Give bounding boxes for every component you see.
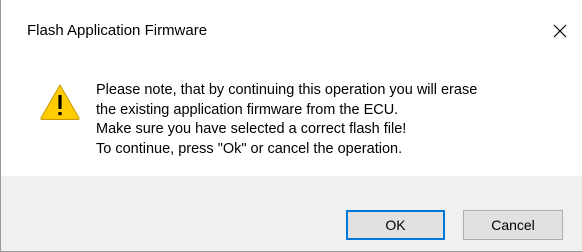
message-line: To continue, press "Ok" or cancel the op…	[96, 140, 403, 157]
dialog-message: Please note, that by continuing this ope…	[96, 81, 566, 159]
cancel-button[interactable]: Cancel	[463, 210, 563, 240]
dialog-button-bar: OK Cancel	[1, 176, 582, 251]
message-line: Make sure you have selected a correct fl…	[96, 121, 407, 137]
dialog-titlebar: Flash Application Firmware	[1, 0, 582, 60]
warning-triangle-icon	[39, 83, 81, 121]
close-button[interactable]	[538, 10, 582, 52]
dialog-title: Flash Application Firmware	[27, 22, 208, 39]
flash-firmware-dialog: Flash Application Firmware Please note, …	[0, 0, 582, 252]
close-icon	[553, 24, 567, 38]
ok-button[interactable]: OK	[346, 210, 445, 240]
dialog-content: Please note, that by continuing this ope…	[1, 60, 582, 176]
message-line: the existing application firmware from t…	[96, 101, 399, 118]
message-line: Please note, that by continuing this ope…	[96, 82, 478, 98]
